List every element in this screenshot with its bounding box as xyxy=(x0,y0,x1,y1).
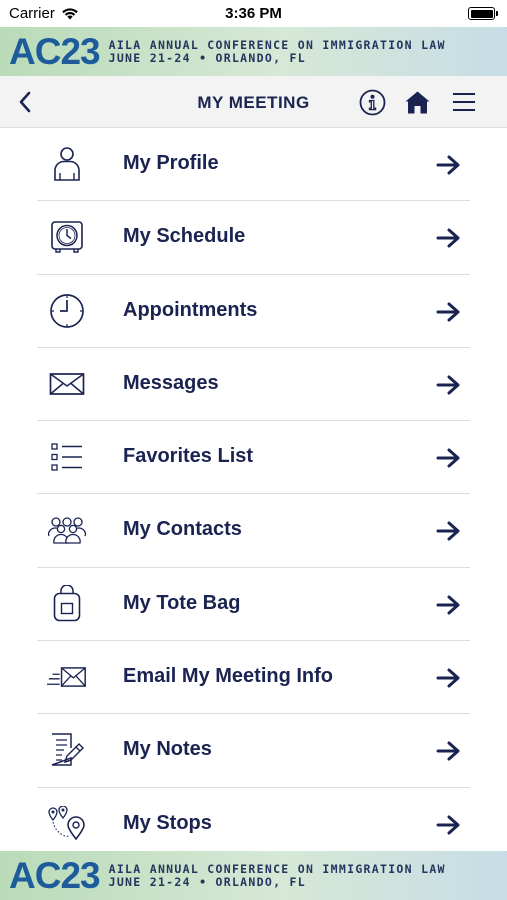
notes-pencil-icon xyxy=(47,731,87,769)
banner-line-1: AILA ANNUAL CONFERENCE ON IMMIGRATION LA… xyxy=(108,861,446,876)
menu-item-appointments[interactable]: Appointments xyxy=(37,275,470,348)
arrow-right-icon xyxy=(436,155,460,175)
menu-item-my-notes[interactable]: My Notes xyxy=(37,714,470,788)
home-button[interactable] xyxy=(403,88,431,116)
meeting-menu-list: My Profile My Schedule Appointments Mess… xyxy=(0,128,507,861)
back-button[interactable] xyxy=(10,88,40,116)
arrow-right-icon xyxy=(436,228,460,248)
menu-item-email-my-meeting-info[interactable]: Email My Meeting Info xyxy=(37,641,470,715)
tote-bag-icon xyxy=(47,584,87,623)
arrow-right-icon xyxy=(436,668,460,688)
battery-icon xyxy=(468,7,498,20)
group-icon xyxy=(47,511,87,549)
menu-item-messages[interactable]: Messages xyxy=(37,348,470,422)
status-bar: Carrier 3:36 PM xyxy=(0,0,507,28)
menu-item-favorites-list[interactable]: Favorites List xyxy=(37,421,470,495)
conference-banner-top[interactable]: AC23 AILA ANNUAL CONFERENCE ON IMMIGRATI… xyxy=(0,27,507,76)
arrow-right-icon xyxy=(436,448,460,468)
checklist-icon xyxy=(47,438,87,476)
menu-item-my-contacts[interactable]: My Contacts xyxy=(37,494,470,568)
arrow-right-icon xyxy=(436,815,460,835)
arrow-right-icon xyxy=(436,302,460,322)
arrow-right-icon xyxy=(436,521,460,541)
menu-item-label: My Schedule xyxy=(123,225,246,248)
arrow-right-icon xyxy=(436,595,460,615)
home-icon xyxy=(405,91,429,113)
banner-line-2: JUNE 21-24 • ORLANDO, FL xyxy=(108,50,306,65)
conference-banner-bottom[interactable]: AC23 AILA ANNUAL CONFERENCE ON IMMIGRATI… xyxy=(0,851,507,900)
menu-item-label: Favorites List xyxy=(123,445,254,468)
menu-item-label: My Profile xyxy=(123,152,219,174)
envelope-icon xyxy=(47,365,87,403)
menu-item-label: Email My Meeting Info xyxy=(123,665,334,688)
menu-item-label: My Contacts xyxy=(123,518,242,541)
navigation-bar: MY MEETING xyxy=(0,76,507,128)
send-email-icon xyxy=(47,658,87,696)
banner-logo: AC23 xyxy=(9,31,101,72)
banner-line-2: JUNE 21-24 • ORLANDO, FL xyxy=(108,874,306,889)
menu-item-my-stops[interactable]: My Stops xyxy=(37,788,470,861)
menu-item-label: Appointments xyxy=(123,298,258,321)
info-button[interactable] xyxy=(358,88,386,116)
menu-item-label: My Stops xyxy=(123,811,212,834)
info-circle-icon xyxy=(359,89,385,115)
map-pins-icon xyxy=(47,805,87,843)
person-icon xyxy=(47,145,87,183)
banner-line-1: AILA ANNUAL CONFERENCE ON IMMIGRATION LA… xyxy=(108,37,446,52)
banner-text: AILA ANNUAL CONFERENCE ON IMMIGRATION LA… xyxy=(108,37,446,65)
banner-text: AILA ANNUAL CONFERENCE ON IMMIGRATION LA… xyxy=(108,861,446,889)
status-time: 3:36 PM xyxy=(225,5,282,22)
clock-icon xyxy=(47,292,87,330)
clock-schedule-icon xyxy=(47,218,87,256)
arrow-right-icon xyxy=(436,375,460,395)
chevron-left-icon xyxy=(19,91,31,113)
hamburger-menu-icon xyxy=(453,93,475,111)
menu-item-my-schedule[interactable]: My Schedule xyxy=(37,201,470,275)
menu-item-my-profile[interactable]: My Profile xyxy=(37,128,470,202)
arrow-right-icon xyxy=(436,741,460,761)
banner-logo: AC23 xyxy=(9,855,101,896)
hamburger-menu-button[interactable] xyxy=(450,88,478,116)
menu-item-label: Messages xyxy=(123,371,219,394)
menu-item-label: My Tote Bag xyxy=(123,591,241,614)
menu-item-label: My Notes xyxy=(123,738,212,761)
menu-item-my-tote-bag[interactable]: My Tote Bag xyxy=(37,568,470,642)
